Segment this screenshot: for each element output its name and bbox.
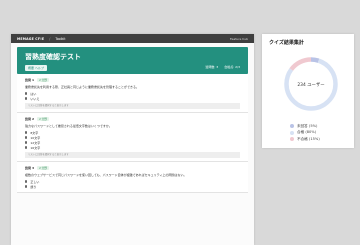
option-label: 10文字 (30, 135, 41, 140)
option-label: 誤り (30, 184, 37, 189)
legend-label: 不合格 (15%) (297, 136, 320, 141)
legend-label: 未回答 (5%) (297, 123, 318, 128)
radio-button[interactable] (25, 131, 28, 134)
question-header: 質問 32 分野 (25, 166, 240, 170)
page-title: 習熟度確認テスト (25, 53, 81, 61)
option-label: 12文字 (30, 140, 41, 145)
question-number: 質問 2 (25, 117, 35, 121)
option-label: はい (30, 91, 37, 96)
legend-swatch (290, 130, 294, 135)
question-card: 質問 12 分野 業務委託先を利用する際、正社員と同じように業務委託先を管理するこ… (17, 74, 248, 113)
radio-button[interactable] (25, 97, 28, 100)
top-bar: MEMAGE CF!E / Toolkit Feature hub (11, 34, 254, 43)
radio-button[interactable] (25, 185, 28, 188)
question-text: 業務委託先を利用する際、正社員と同じように業務委託先を管理することができる。 (25, 85, 139, 89)
radio-button[interactable] (25, 141, 28, 144)
quiz-header: 習熟度確認テスト 概要 ヘルプ 質問数: 3 合格点: 2/3 (17, 47, 248, 74)
donut-center-label: 234 ユーザー (297, 82, 324, 88)
answer-hint: リストに回答を選択すると表示します (25, 152, 240, 158)
question-number: 質問 1 (25, 78, 35, 82)
option-label: 16文字 (30, 145, 41, 150)
answer-options: はい いいえ (25, 91, 240, 101)
pass-score: 合格点: 2/3 (224, 65, 240, 69)
question-card: 質問 32 分野 複数のウェブサービスで同じパスワードを使い回しても、パスワード自… (17, 162, 248, 193)
question-tag: 2 分野 (37, 117, 49, 121)
answer-option[interactable]: いいえ (25, 96, 240, 101)
radio-button[interactable] (25, 136, 28, 139)
question-text: 複数のウェブサービスで同じパスワードを使い回しても、パスワード自体が複雑であれば… (25, 173, 187, 177)
radio-button[interactable] (25, 92, 28, 95)
question-header: 質問 22 分野 (25, 117, 240, 121)
legend-swatch (290, 124, 294, 129)
answer-option[interactable]: 誤り (25, 184, 240, 189)
question-count: 質問数: 3 (205, 65, 219, 69)
legend-label: 合格 (80%) (297, 130, 317, 135)
results-donut-chart: 234 ユーザー (284, 57, 338, 111)
radio-button[interactable] (25, 146, 28, 149)
quiz-meta: 質問数: 3 合格点: 2/3 (205, 65, 240, 69)
question-card: 質問 22 分野 強力なパスワードとして推奨される最低文字数はいくつですか。 8文字… (17, 113, 248, 162)
summary-title: クイズ結果集計 (269, 40, 304, 46)
summary-panel: クイズ結果集計 234 ユーザー 未回答 (5%) 合格 (80%) 不合格 (15… (262, 34, 354, 148)
brand-logo[interactable]: MEMAGE CF!E (17, 37, 44, 41)
question-text: 強力なパスワードとして推奨される最低文字数はいくつですか。 (25, 124, 112, 128)
radio-button[interactable] (25, 180, 28, 183)
option-label: 8文字 (30, 130, 39, 135)
question-tag: 2 分野 (37, 166, 49, 170)
donut-legend: 未回答 (5%) 合格 (80%) 不合格 (15%) (290, 123, 320, 143)
legend-item: 不合格 (15%) (290, 136, 320, 143)
question-tag: 2 分野 (37, 78, 49, 82)
answer-hint: リストに回答を選択すると表示します (25, 103, 240, 109)
quiz-window: MEMAGE CF!E / Toolkit Feature hub 習熟度確認テ… (11, 34, 254, 245)
answer-option[interactable]: 16文字 (25, 145, 240, 150)
question-number: 質問 3 (25, 166, 35, 170)
feature-hub-link[interactable]: Feature hub (230, 37, 248, 41)
answer-options: 8文字 10文字 12文字 16文字 (25, 130, 240, 150)
legend-swatch (290, 137, 294, 142)
question-list: 質問 12 分野 業務委託先を利用する際、正社員と同じように業務委託先を管理するこ… (11, 74, 254, 193)
overview-chip[interactable]: 概要 ヘルプ (25, 65, 47, 71)
option-label: 正しい (30, 179, 40, 184)
option-label: いいえ (30, 96, 40, 101)
question-header: 質問 12 分野 (25, 78, 240, 82)
breadcrumb-separator: / (49, 36, 51, 41)
breadcrumb-module[interactable]: Toolkit (55, 37, 65, 41)
answer-options: 正しい 誤り (25, 179, 240, 189)
